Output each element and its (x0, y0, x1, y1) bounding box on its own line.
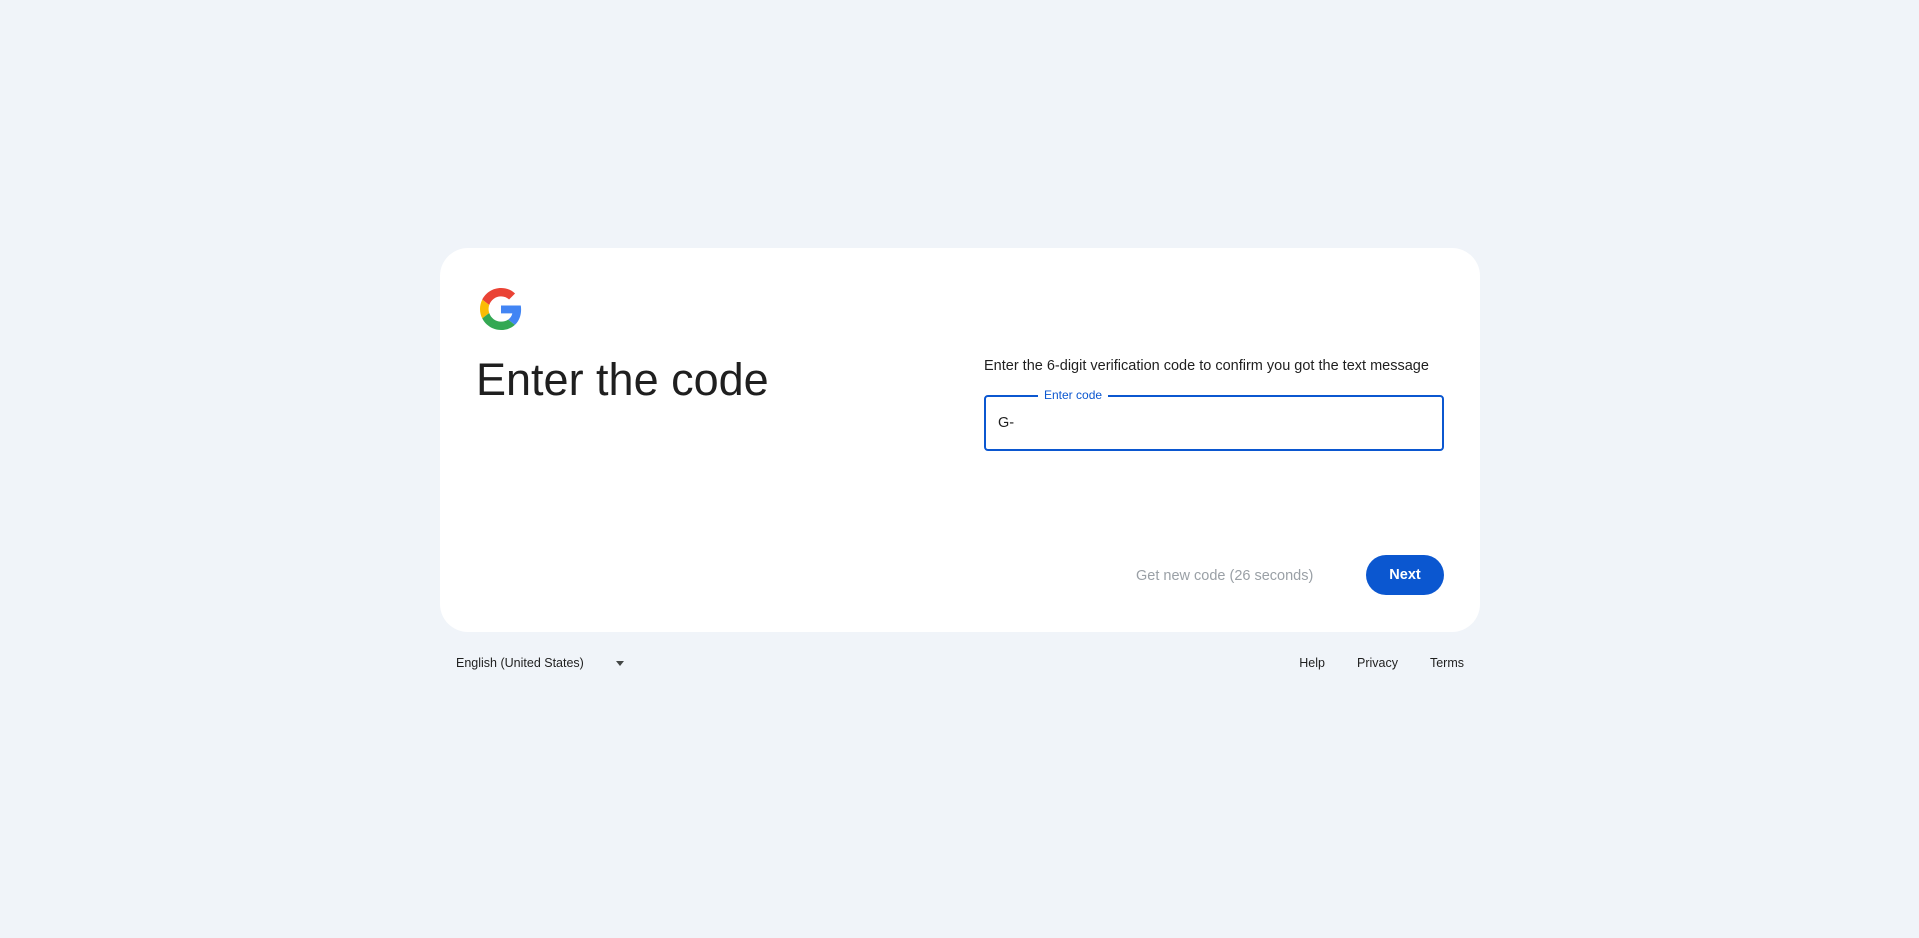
footer-links: Help Privacy Terms (1267, 656, 1464, 670)
verification-instructions: Enter the 6-digit verification code to c… (984, 358, 1429, 374)
caret-down-icon (615, 660, 624, 666)
privacy-link[interactable]: Privacy (1357, 656, 1398, 670)
google-logo-icon (480, 288, 522, 330)
code-input[interactable] (998, 407, 1428, 439)
language-selector[interactable]: English (United States) (456, 656, 624, 670)
code-field[interactable]: Enter code (984, 388, 1444, 451)
get-new-code-link: Get new code (26 seconds) (1136, 568, 1314, 584)
next-button[interactable]: Next (1366, 555, 1444, 595)
signin-card: Enter the code Enter the 6-digit verific… (440, 248, 1480, 632)
language-label: English (United States) (456, 656, 584, 670)
page-title: Enter the code (476, 354, 769, 405)
help-link[interactable]: Help (1299, 656, 1325, 670)
footer: English (United States) Help Privacy Ter… (440, 650, 1480, 678)
terms-link[interactable]: Terms (1430, 656, 1464, 670)
code-field-label: Enter code (1038, 388, 1109, 402)
